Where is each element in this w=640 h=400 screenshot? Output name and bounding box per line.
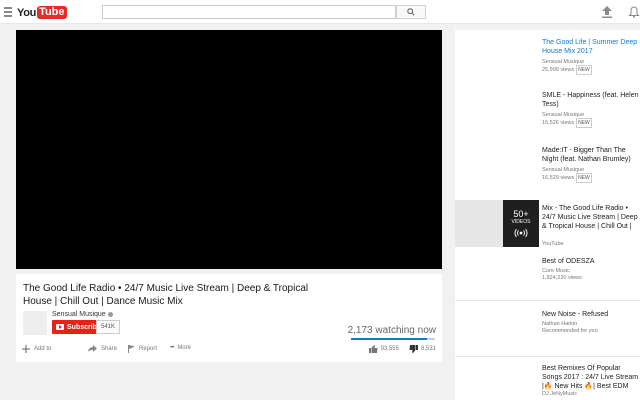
search-button[interactable] [396, 5, 426, 19]
new-badge: NEW [576, 65, 592, 75]
share-arrow-icon [88, 345, 97, 352]
radio-broadcast-icon [514, 228, 528, 238]
new-badge: NEW [576, 118, 592, 128]
report-button[interactable]: Report [128, 345, 157, 353]
share-button[interactable]: Share [88, 345, 117, 352]
recommendation-views: 25,999 views NEW [542, 65, 592, 75]
dislike-button[interactable]: 8,531 [409, 345, 436, 353]
recommendation-views: 1,824,220 views [542, 275, 582, 281]
like-dislike-bar [351, 338, 435, 340]
video-thumbnail[interactable] [455, 253, 539, 300]
video-title: The Good Life Radio • 24/7 Music Live St… [23, 283, 309, 307]
action-row: Add to Share Report ••• More 93,555 8,53… [22, 345, 436, 357]
new-badge: NEW [576, 173, 592, 183]
youtube-logo[interactable]: You Tube [17, 5, 67, 20]
like-ratio-fill [351, 338, 428, 340]
verified-icon [107, 311, 113, 317]
plus-icon [22, 345, 30, 353]
recommendation-channel: DJ JeNyMusic [542, 391, 578, 397]
playlist-count: 50+ [513, 209, 529, 219]
hamburger-menu-icon[interactable] [4, 7, 12, 17]
like-button[interactable]: 93,555 [368, 345, 399, 353]
thumbs-down-icon [409, 345, 418, 353]
like-dislike-group: 93,555 8,531 [368, 345, 436, 353]
recommendation-title[interactable]: Made:IT - Bigger Than The Night (feat. N… [542, 146, 640, 164]
flag-icon [128, 345, 135, 353]
video-thumbnail[interactable] [455, 360, 539, 400]
masthead: You Tube [0, 0, 640, 24]
recommendation-title[interactable]: Mix - The Good Life Radio • 24/7 Music L… [542, 204, 640, 231]
channel-name-link[interactable]: Sensual Musique [52, 311, 113, 318]
youtube-play-icon [56, 324, 64, 330]
more-dots-icon: ••• [170, 345, 174, 351]
section-divider [455, 356, 640, 357]
thumbs-up-icon [368, 345, 378, 353]
recommendation-title[interactable]: SMLE - Happiness (feat. Helen Tess) [542, 91, 640, 109]
more-button[interactable]: ••• More [170, 345, 191, 351]
upload-icon[interactable] [602, 6, 612, 18]
video-thumbnail[interactable] [455, 87, 539, 134]
playlist-thumbnail[interactable]: 50+ VIDEOS [455, 200, 539, 247]
video-thumbnail[interactable] [455, 34, 539, 81]
section-divider [455, 300, 640, 301]
recommendation-views: 16,526 views NEW [542, 118, 592, 128]
search-input[interactable] [102, 5, 396, 19]
playlist-label: VIDEOS [511, 219, 531, 225]
video-thumbnail[interactable] [455, 306, 539, 353]
subscriber-count: 541K [96, 320, 121, 334]
recommendation-title[interactable]: The Good Life | Summer Deep House Mix 20… [542, 38, 640, 56]
recommendation-views: 16,529 views NEW [542, 173, 592, 183]
playlist-overlay: 50+ VIDEOS [503, 200, 539, 247]
recommendation-reason: Recommended for you [542, 328, 598, 334]
recommendation-channel: YouTube [542, 241, 564, 247]
recommendation-title[interactable]: Best Remixes Of Popular Songs 2017 : 24/… [542, 364, 640, 391]
watch-info-panel: The Good Life Radio • 24/7 Music Live St… [16, 274, 442, 362]
video-thumbnail[interactable] [455, 142, 539, 189]
video-player[interactable] [16, 30, 442, 269]
recommendations-sidebar: The Good Life | Summer Deep House Mix 20… [455, 30, 640, 400]
notifications-bell-icon[interactable] [628, 6, 640, 18]
channel-avatar[interactable] [23, 311, 47, 335]
live-viewer-count: 2,173 watching now [347, 325, 436, 336]
add-to-button[interactable]: Add to [22, 345, 51, 353]
recommendation-title[interactable]: Best of ODESZA [542, 257, 640, 266]
recommendation-title[interactable]: New Noise - Refused [542, 310, 640, 319]
search-icon [407, 8, 415, 16]
